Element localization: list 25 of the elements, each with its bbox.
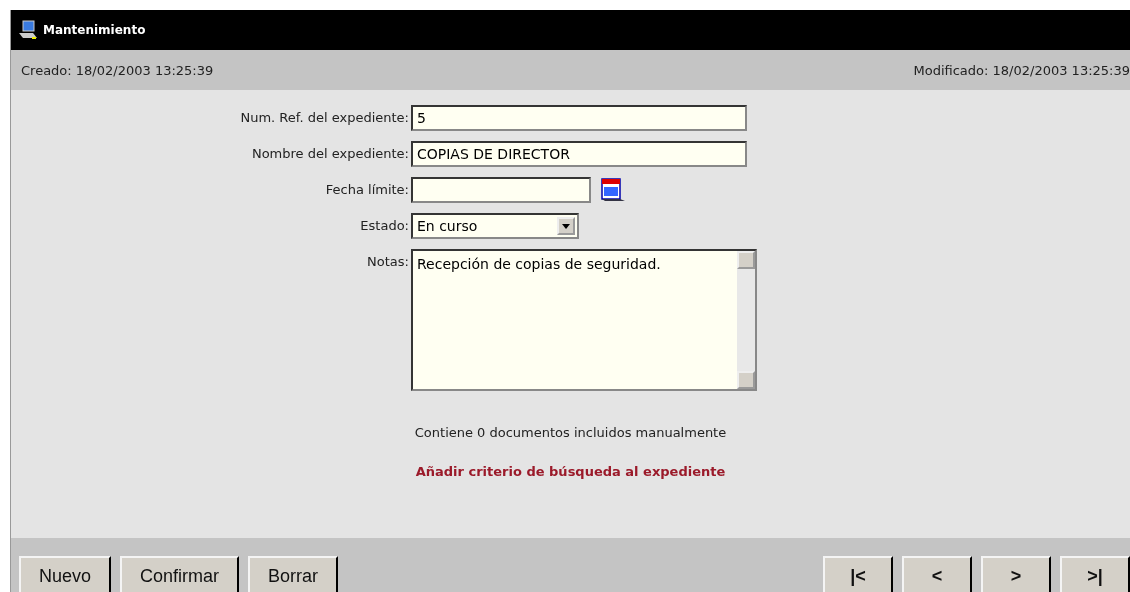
status-dropdown[interactable]: En curso (411, 213, 579, 239)
action-button[interactable]: Confirmar (120, 556, 240, 592)
nav-button[interactable]: >| (1060, 556, 1130, 592)
created-date: Creado: 18/02/2003 13:25:39 (21, 62, 214, 78)
search-link[interactable]: Añadir criterio de búsqueda al expediente (415, 464, 726, 479)
text-field[interactable]: 5 (411, 105, 747, 131)
field-label: Nombre del expediente: (250, 145, 409, 163)
window-title: Mantenimiento (43, 23, 146, 37)
nav-button[interactable]: < (902, 556, 972, 592)
text-field[interactable]: COPIAS DE DIRECTOR (411, 141, 747, 167)
nav-button[interactable]: |< (823, 556, 893, 592)
field-label: Estado: (359, 217, 409, 235)
field-label: Notas: (366, 253, 409, 271)
action-button[interactable]: Nuevo (19, 556, 112, 592)
calendar-icon[interactable] (599, 177, 627, 203)
action-button[interactable]: Borrar (248, 556, 339, 592)
modified-date: Modificado: 18/02/2003 13:25:39 (913, 62, 1130, 78)
field-label: Num. Ref. del expediente: (239, 109, 409, 127)
nav-button[interactable]: > (981, 556, 1051, 592)
notes-field[interactable]: Recepción de copias de seguridad. (411, 249, 757, 391)
date-field[interactable] (411, 177, 591, 203)
documents-note: Contiene 0 documentos incluidos manualmente (414, 425, 727, 440)
field-label: Fecha límite: (324, 181, 409, 199)
computer-icon (17, 20, 39, 40)
caret-icon (562, 223, 570, 229)
